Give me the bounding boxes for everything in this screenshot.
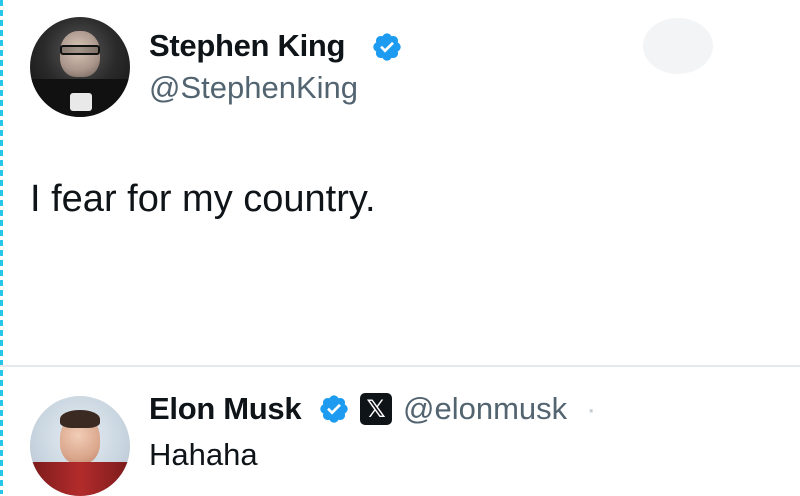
more-options-icon[interactable] [643, 18, 713, 74]
author-name[interactable]: Stephen King [149, 28, 345, 64]
verified-badge-icon [373, 33, 401, 61]
separator-dot: · [586, 391, 597, 426]
reply-author-name[interactable]: Elon Musk [149, 391, 302, 427]
avatar-elon-musk[interactable] [30, 396, 130, 496]
reply-author-handle[interactable]: @elonmusk [403, 391, 567, 427]
x-affiliate-badge-icon: 𝕏 [360, 393, 392, 425]
avatar-shirt-graphic [70, 93, 92, 111]
author-handle[interactable]: @StephenKing [149, 70, 358, 106]
avatar-armor [30, 462, 130, 496]
avatar-stephen-king[interactable] [30, 17, 130, 117]
tweet-text: I fear for my country. [30, 178, 376, 220]
verified-badge-icon [320, 395, 348, 423]
avatar-hair [60, 410, 100, 428]
reply-text: Hahaha [149, 437, 258, 472]
original-tweet[interactable]: Stephen King @StephenKing I fear for my … [0, 0, 800, 366]
avatar-glasses [60, 45, 100, 55]
